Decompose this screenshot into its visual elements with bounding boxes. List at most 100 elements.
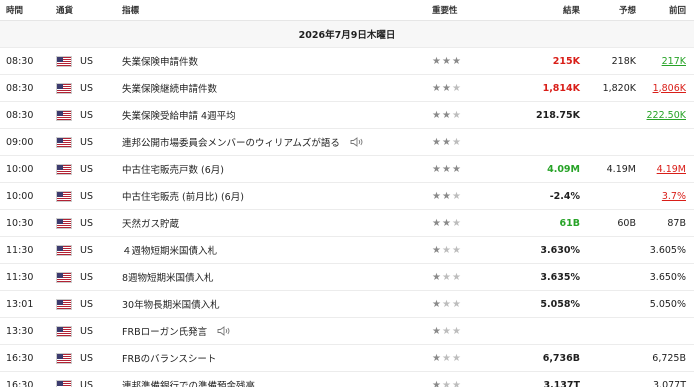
indicator-name[interactable]: FRBローガン氏発言 [122, 324, 207, 338]
table-row[interactable]: 08:30 US 失業保険継続申請件数 ★★★ 1,814K 1,820K 1,806K [0, 75, 694, 102]
event-time: 13:30 [6, 325, 34, 337]
indicator-name[interactable]: 8週物短期米国債入札 [122, 270, 214, 284]
header-currency[interactable]: 通貨 [48, 4, 122, 16]
currency-code: US [80, 163, 93, 175]
indicator-cell[interactable]: 天然ガス貯蔵 [122, 216, 432, 230]
us-flag-icon [56, 325, 72, 337]
currency-code: US [80, 244, 93, 256]
header-forecast[interactable]: 予想 [580, 4, 636, 16]
currency-code: US [80, 352, 93, 364]
star-icon: ★ [441, 55, 452, 67]
header-importance[interactable]: 重要性 [432, 4, 527, 16]
star-icon: ★ [451, 109, 462, 121]
star-icon: ★ [441, 217, 452, 229]
us-flag-icon [56, 190, 72, 202]
table-row[interactable]: 13:30 US FRBローガン氏発言 ★★★ [0, 318, 694, 345]
table-row[interactable]: 11:30 US 8週物短期米国債入札 ★★★ 3.635% 3.650% [0, 264, 694, 291]
speaker-icon [217, 326, 230, 336]
indicator-cell[interactable]: 連邦準備銀行での準備預金残高 [122, 378, 432, 387]
star-icon: ★ [441, 244, 452, 256]
indicator-cell[interactable]: ４週物短期米国債入札 [122, 243, 432, 257]
currency-code: US [80, 298, 93, 310]
star-icon: ★ [451, 82, 462, 94]
importance-stars: ★★★ [432, 218, 527, 229]
table-row[interactable]: 13:01 US 30年物長期米国債入札 ★★★ 5.058% 5.050% [0, 291, 694, 318]
indicator-cell[interactable]: 失業保険申請件数 [122, 54, 432, 68]
star-icon: ★ [441, 325, 452, 337]
us-flag-icon [56, 109, 72, 121]
us-flag-icon [56, 271, 72, 283]
event-time: 09:00 [6, 136, 34, 148]
currency-code: US [80, 217, 93, 229]
previous-value: 1,806K [652, 82, 686, 94]
importance-stars: ★★★ [432, 380, 527, 387]
indicator-name[interactable]: 連邦準備銀行での準備預金残高 [122, 378, 255, 387]
indicator-cell[interactable]: 30年物長期米国債入札 [122, 297, 432, 311]
indicator-name[interactable]: 30年物長期米国債入札 [122, 297, 220, 311]
star-icon: ★ [441, 190, 452, 202]
header-actual[interactable]: 結果 [527, 4, 580, 16]
date-label: 2026年7月9日木曜日 [298, 30, 396, 41]
importance-stars: ★★★ [432, 245, 527, 256]
header-indicator[interactable]: 指標 [122, 4, 432, 16]
star-icon: ★ [432, 379, 442, 387]
table-row[interactable]: 16:30 US FRBのバランスシート ★★★ 6,736B 6,725B [0, 345, 694, 372]
table-row[interactable]: 10:00 US 中古住宅販売戸数 (6月) ★★★ 4.09M 4.19M 4.19M [0, 156, 694, 183]
importance-stars: ★★★ [432, 299, 527, 310]
indicator-name[interactable]: 連邦公開市場委員会メンバーのウィリアムズが語る [122, 135, 340, 149]
indicator-name[interactable]: 失業保険申請件数 [122, 54, 198, 68]
star-icon: ★ [432, 298, 442, 310]
indicator-name[interactable]: 失業保険受給申請 4週平均 [122, 108, 236, 122]
table-row[interactable]: 08:30 US 失業保険受給申請 4週平均 ★★★ 218.75K 222.50K [0, 102, 694, 129]
indicator-cell[interactable]: 失業保険継続申請件数 [122, 81, 432, 95]
indicator-name[interactable]: 中古住宅販売戸数 (6月) [122, 162, 224, 176]
header-previous[interactable]: 前回 [636, 4, 686, 16]
star-icon: ★ [451, 163, 462, 175]
star-icon: ★ [432, 190, 442, 202]
indicator-cell[interactable]: 中古住宅販売 (前月比) (6月) [122, 189, 432, 203]
currency-code: US [80, 379, 93, 387]
indicator-cell[interactable]: 失業保険受給申請 4週平均 [122, 108, 432, 122]
table-row[interactable]: 10:30 US 天然ガス貯蔵 ★★★ 61B 60B 87B [0, 210, 694, 237]
star-icon: ★ [451, 217, 462, 229]
currency-cell: US [48, 244, 122, 256]
indicator-cell[interactable]: 8週物短期米国債入札 [122, 270, 432, 284]
importance-stars: ★★★ [432, 164, 527, 175]
table-row[interactable]: 11:30 US ４週物短期米国債入札 ★★★ 3.630% 3.605% [0, 237, 694, 264]
indicator-cell[interactable]: 連邦公開市場委員会メンバーのウィリアムズが語る [122, 135, 432, 149]
table-row[interactable]: 09:00 US 連邦公開市場委員会メンバーのウィリアムズが語る ★★★ [0, 129, 694, 156]
star-icon: ★ [432, 244, 442, 256]
star-icon: ★ [441, 379, 452, 387]
event-time: 11:30 [6, 271, 34, 283]
table-row[interactable]: 16:30 US 連邦準備銀行での準備預金残高 ★★★ 3.137T 3.077T [0, 372, 694, 387]
indicator-cell[interactable]: FRBのバランスシート [122, 351, 432, 365]
importance-stars: ★★★ [432, 137, 527, 148]
star-icon: ★ [432, 82, 442, 94]
indicator-name[interactable]: FRBのバランスシート [122, 351, 216, 365]
indicator-name[interactable]: 中古住宅販売 (前月比) (6月) [122, 189, 244, 203]
event-time: 08:30 [6, 55, 34, 67]
star-icon: ★ [432, 109, 442, 121]
previous-value: 3.7% [661, 190, 686, 202]
star-icon: ★ [451, 190, 462, 202]
table-row[interactable]: 08:30 US 失業保険申請件数 ★★★ 215K 218K 217K [0, 48, 694, 75]
us-flag-icon [56, 298, 72, 310]
star-icon: ★ [441, 271, 452, 283]
event-time: 13:01 [6, 298, 34, 310]
star-icon: ★ [432, 217, 442, 229]
indicator-name[interactable]: ４週物短期米国債入札 [122, 243, 217, 257]
currency-cell: US [48, 325, 122, 337]
indicator-cell[interactable]: FRBローガン氏発言 [122, 324, 432, 338]
currency-cell: US [48, 271, 122, 283]
header-time[interactable]: 時間 [0, 4, 48, 16]
forecast-value: 4.19M [606, 163, 636, 175]
importance-stars: ★★★ [432, 56, 527, 67]
table-row[interactable]: 10:00 US 中古住宅販売 (前月比) (6月) ★★★ -2.4% 3.7% [0, 183, 694, 210]
currency-cell: US [48, 352, 122, 364]
star-icon: ★ [441, 136, 452, 148]
currency-code: US [80, 271, 93, 283]
us-flag-icon [56, 379, 72, 387]
indicator-cell[interactable]: 中古住宅販売戸数 (6月) [122, 162, 432, 176]
indicator-name[interactable]: 天然ガス貯蔵 [122, 216, 179, 230]
indicator-name[interactable]: 失業保険継続申請件数 [122, 81, 217, 95]
